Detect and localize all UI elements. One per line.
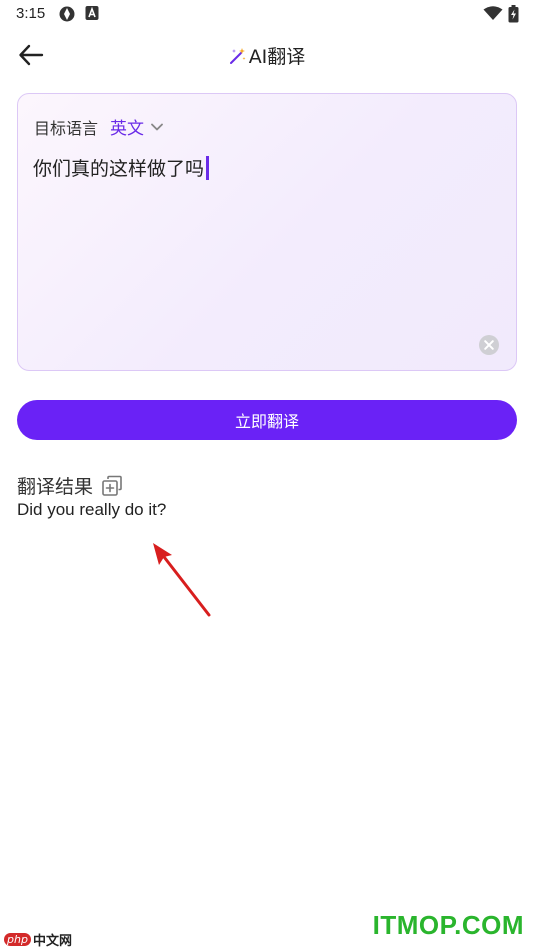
- input-card: 目标语言 英文 你们真的这样做了吗: [17, 93, 517, 371]
- chevron-down-icon: [151, 123, 163, 130]
- sync-icon: [58, 5, 76, 27]
- target-language-label: 目标语言: [34, 118, 99, 138]
- app-notification-icon: [85, 5, 99, 25]
- result-title: 翻译结果: [17, 476, 94, 498]
- magic-wand-icon: [229, 47, 247, 70]
- status-time: 3:15: [16, 5, 46, 22]
- result-text: Did you really do it?: [17, 500, 167, 519]
- result-header: 翻译结果: [17, 472, 123, 499]
- status-bar: 3:15: [0, 0, 534, 28]
- annotation-arrow-icon: [145, 535, 225, 629]
- app-bar: AI翻译: [0, 30, 534, 80]
- page-title-container: AI翻译: [0, 42, 534, 70]
- source-text-value: 你们真的这样做了吗: [33, 158, 205, 180]
- page-title: AI翻译: [248, 46, 306, 68]
- target-language-row: 目标语言 英文: [34, 114, 164, 139]
- clear-input-button[interactable]: [478, 334, 500, 356]
- php-watermark: php 中文网: [4, 930, 72, 949]
- copy-result-button[interactable]: [101, 475, 123, 497]
- battery-charging-icon: [508, 5, 519, 27]
- itmop-watermark: ITMOP.COM: [372, 910, 524, 940]
- clear-icon: [479, 335, 499, 355]
- wifi-icon: [483, 6, 503, 25]
- php-badge: php: [4, 933, 31, 946]
- source-text-input[interactable]: 你们真的这样做了吗: [33, 154, 210, 181]
- target-language-value: 英文: [110, 119, 145, 139]
- php-watermark-text: 中文网: [32, 934, 72, 949]
- target-language-dropdown[interactable]: 英文: [110, 114, 164, 139]
- copy-icon: [102, 475, 122, 496]
- translate-now-button[interactable]: 立即翻译: [17, 400, 517, 440]
- text-caret: [206, 155, 210, 180]
